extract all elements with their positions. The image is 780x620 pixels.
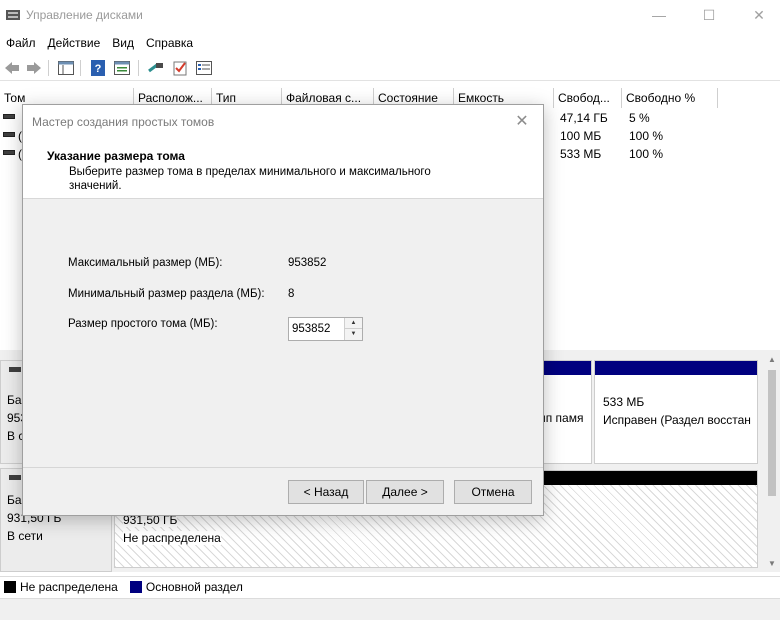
dialog-close-icon[interactable]: ✕ [509,111,535,133]
partition-status: ип памя [539,411,584,425]
legend-label-primary: Основной раздел [145,579,243,594]
partition-recovery[interactable]: 533 МБ Исправен (Раздел восстан [594,360,758,464]
spin-up-icon[interactable]: ▲ [344,318,362,329]
minimize-button[interactable]: — [636,0,682,30]
volume-free-percent: 100 % [629,129,664,143]
partition-status: Исправен (Раздел восстан [603,413,751,427]
drive-icon [3,114,15,119]
menu-bar: Файл Действие Вид Справка [0,34,199,54]
volume-free-percent: 5 % [629,111,650,125]
volume-free: 533 МБ [560,147,602,161]
console-tree-icon[interactable] [56,58,76,78]
partition-status: Не распределена [123,531,221,545]
disk-1-type: Ба [7,493,22,507]
scroll-thumb[interactable] [768,370,776,496]
title-bar: Управление дисками — ☐ ✕ [0,0,780,32]
legend-swatch-primary [129,580,142,593]
volume-free: 100 МБ [560,129,602,143]
dialog-title: Мастер создания простых томов [32,115,215,129]
menu-help[interactable]: Справка [140,34,199,54]
volume-size-label: Размер простого тома (МБ): [68,318,218,330]
max-size-value: 953852 [288,257,327,269]
legend-label-unallocated: Не распределена [20,579,118,594]
disk-icon [9,367,21,372]
back-button[interactable]: < Назад [288,480,364,504]
menu-view[interactable]: Вид [106,34,140,54]
status-bar [0,598,780,620]
volume-size-stepper: ▲ ▼ [288,317,363,341]
min-size-value: 8 [288,288,295,300]
min-size-label: Минимальный размер раздела (МБ): [68,288,265,300]
dialog-header: Указание размера тома Выберите размер то… [23,139,543,199]
volume-size-input[interactable] [291,320,343,338]
partition-color-bar [595,361,757,375]
partition-size: 533 МБ [603,395,645,409]
column-header-free-percent[interactable]: Свободно % [622,88,718,108]
checklist-icon[interactable] [170,58,190,78]
spin-down-icon[interactable]: ▼ [344,329,362,340]
list-view-icon[interactable] [194,58,214,78]
maximize-button[interactable]: ☐ [686,0,732,30]
close-button[interactable]: ✕ [736,0,780,30]
window-title: Управление дисками [26,8,143,22]
dialog-separator [23,467,543,468]
dialog-title-bar: Мастер создания простых томов ✕ [23,105,543,139]
dialog-description: Выберите размер тома в пределах минималь… [69,166,431,192]
next-button[interactable]: Далее > [366,480,444,504]
toolbar: ? [0,55,780,81]
disk-icon [9,475,21,480]
legend: Не распределена Основной раздел [0,576,780,596]
menu-file[interactable]: Файл [0,34,42,54]
max-size-label: Максимальный размер (МБ): [68,257,223,269]
cancel-button[interactable]: Отмена [454,480,532,504]
column-header-free[interactable]: Свобод... [554,88,622,108]
scroll-up-arrow-icon[interactable]: ▲ [764,352,780,368]
help-icon[interactable]: ? [88,58,108,78]
back-icon[interactable] [2,58,22,78]
disk-1-status: В сети [7,529,43,543]
disk-view-scrollbar[interactable]: ▲ ▼ [764,352,780,572]
disk-management-app-icon [6,10,20,20]
dialog-heading: Указание размера тома [47,149,185,163]
connect-icon[interactable] [146,58,166,78]
drive-icon [3,132,15,137]
properties-icon[interactable] [112,58,132,78]
volume-free-percent: 100 % [629,147,664,161]
svg-text:?: ? [95,63,102,75]
legend-swatch-unallocated [4,580,16,593]
drive-icon [3,150,15,155]
volume-free: 47,14 ГБ [560,111,608,125]
new-simple-volume-wizard: Мастер создания простых томов ✕ Указание… [22,104,544,516]
menu-action[interactable]: Действие [42,34,107,54]
scroll-down-arrow-icon[interactable]: ▼ [764,556,780,572]
disk-0-type: Ба [7,393,22,407]
forward-icon[interactable] [24,58,44,78]
